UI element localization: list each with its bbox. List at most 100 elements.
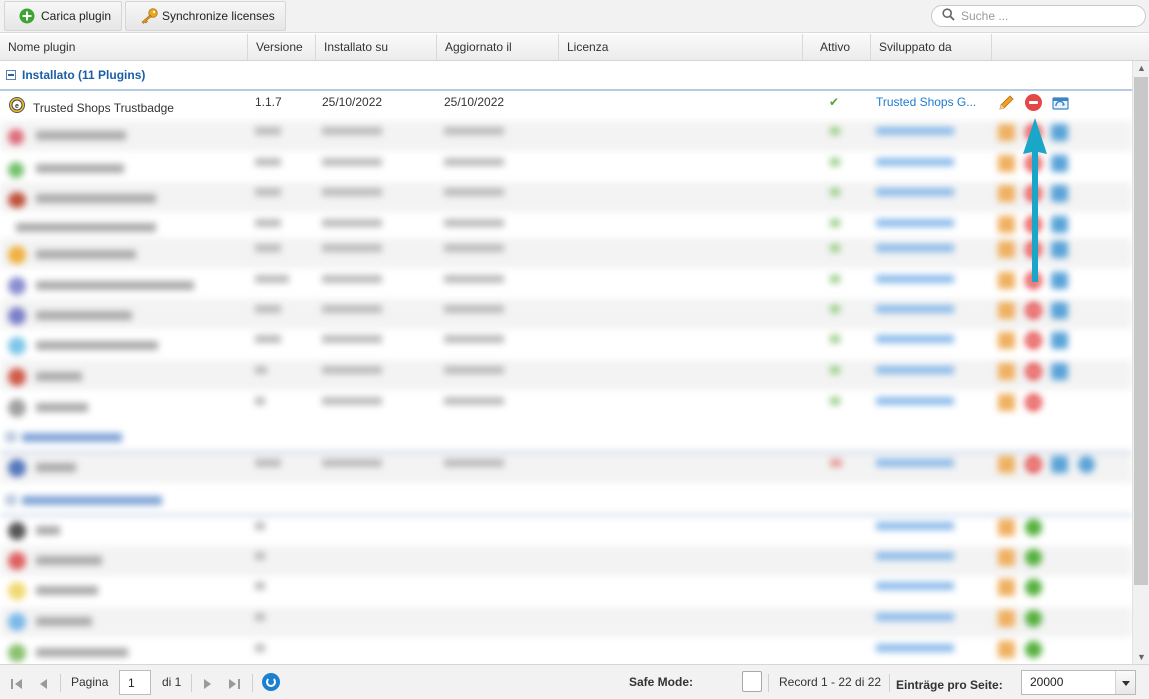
update-icon[interactable] [1051,124,1068,141]
update-icon[interactable] [1051,332,1068,349]
info-icon[interactable] [1078,456,1095,473]
pencil-icon[interactable] [998,332,1015,349]
table-row[interactable] [0,121,1132,151]
group-uninstalled[interactable] [0,486,1132,516]
table-row[interactable] [0,607,1132,637]
group-disabled[interactable] [0,423,1132,453]
col-name-header[interactable]: Nome plugin [0,34,248,61]
developer-link[interactable] [876,127,954,135]
group-installed[interactable]: Installato (11 Plugins) [0,61,1132,91]
last-page-icon[interactable] [227,665,241,699]
collapse-icon[interactable] [6,70,16,80]
install-icon[interactable] [1025,549,1042,566]
uninstall-icon[interactable] [1025,363,1042,380]
install-icon[interactable] [1025,519,1042,536]
per-page-select[interactable]: 20000 [1021,670,1136,695]
table-row[interactable] [0,360,1132,390]
refresh-icon[interactable] [262,673,280,691]
pencil-icon[interactable] [998,610,1015,627]
uninstall-icon[interactable] [1025,332,1042,349]
table-row[interactable] [0,453,1132,483]
table-row[interactable] [0,391,1132,421]
update-icon[interactable] [1051,155,1068,172]
developer-link[interactable] [876,613,954,621]
chevron-down-icon[interactable] [1115,671,1135,694]
developer-link[interactable] [876,397,954,405]
prev-page-icon[interactable] [37,665,49,699]
pencil-icon[interactable] [998,241,1015,258]
scroll-down-icon[interactable]: ▼ [1133,650,1149,664]
developer-link[interactable] [876,366,954,374]
pencil-icon[interactable] [998,519,1015,536]
table-row[interactable] [0,182,1132,212]
pencil-icon[interactable] [998,394,1015,411]
install-icon[interactable] [1025,579,1042,596]
collapse-icon[interactable] [6,495,16,505]
pencil-icon[interactable] [998,641,1015,658]
uninstall-icon[interactable] [1025,394,1042,411]
scroll-thumb[interactable] [1134,77,1148,585]
table-row[interactable] [0,238,1132,268]
pencil-icon[interactable] [998,94,1015,111]
install-icon[interactable] [1025,610,1042,627]
pencil-icon[interactable] [998,124,1015,141]
uninstall-icon[interactable] [1025,155,1042,172]
next-page-icon[interactable] [202,665,214,699]
uninstall-icon[interactable] [1025,456,1042,473]
col-version-header[interactable]: Versione [248,34,316,61]
pencil-icon[interactable] [998,456,1015,473]
pencil-icon[interactable] [998,302,1015,319]
search-input[interactable] [961,9,1131,23]
col-license-header[interactable]: Licenza [559,34,803,61]
col-developer-header[interactable]: Sviluppato da [871,34,992,61]
developer-link[interactable] [876,644,954,652]
table-row[interactable] [0,329,1132,359]
pencil-icon[interactable] [998,363,1015,380]
update-icon[interactable] [1051,216,1068,233]
pencil-icon[interactable] [998,549,1015,566]
safe-mode-checkbox[interactable] [742,671,762,692]
update-icon[interactable] [1051,363,1068,380]
uninstall-icon[interactable] [1025,241,1042,258]
uninstall-icon[interactable] [1025,185,1042,202]
developer-link[interactable] [876,158,954,166]
developer-link[interactable] [876,459,954,467]
install-icon[interactable] [1025,641,1042,658]
developer-link[interactable] [876,522,954,530]
uninstall-icon[interactable] [1025,302,1042,319]
developer-link[interactable] [876,188,954,196]
col-updated-header[interactable]: Aggiornato il [437,34,559,61]
update-icon[interactable] [1051,272,1068,289]
pencil-icon[interactable] [998,155,1015,172]
pencil-icon[interactable] [998,272,1015,289]
update-icon[interactable] [1051,456,1068,473]
table-row[interactable] [0,152,1132,182]
sync-licenses-button[interactable]: Synchronize licenses [125,1,286,31]
developer-link[interactable] [876,335,954,343]
vertical-scrollbar[interactable]: ▲ ▼ [1132,61,1149,664]
developer-link[interactable] [876,275,954,283]
col-active-header[interactable]: Attivo [803,34,871,61]
developer-link[interactable] [876,552,954,560]
first-page-icon[interactable] [10,665,24,699]
uninstall-icon[interactable] [1025,124,1042,141]
pencil-icon[interactable] [998,185,1015,202]
uninstall-icon[interactable] [1025,216,1042,233]
table-row[interactable] [0,516,1132,546]
table-row[interactable]: e Trusted Shops Trustbadge 1.1.7 25/10/2… [0,91,1132,121]
table-row[interactable] [0,638,1132,664]
update-icon[interactable] [1051,241,1068,258]
table-row[interactable] [0,576,1132,606]
developer-link[interactable] [876,244,954,252]
page-input[interactable] [119,670,151,695]
upload-plugin-button[interactable]: Carica plugin [4,1,123,31]
table-row[interactable] [0,269,1132,299]
collapse-icon[interactable] [6,432,16,442]
update-icon[interactable] [1051,302,1068,319]
pencil-icon[interactable] [998,216,1015,233]
uninstall-icon[interactable] [1025,94,1042,111]
developer-link[interactable] [876,305,954,313]
col-installed-header[interactable]: Installato su [316,34,437,61]
scroll-up-icon[interactable]: ▲ [1133,61,1149,75]
developer-link[interactable] [876,219,954,227]
